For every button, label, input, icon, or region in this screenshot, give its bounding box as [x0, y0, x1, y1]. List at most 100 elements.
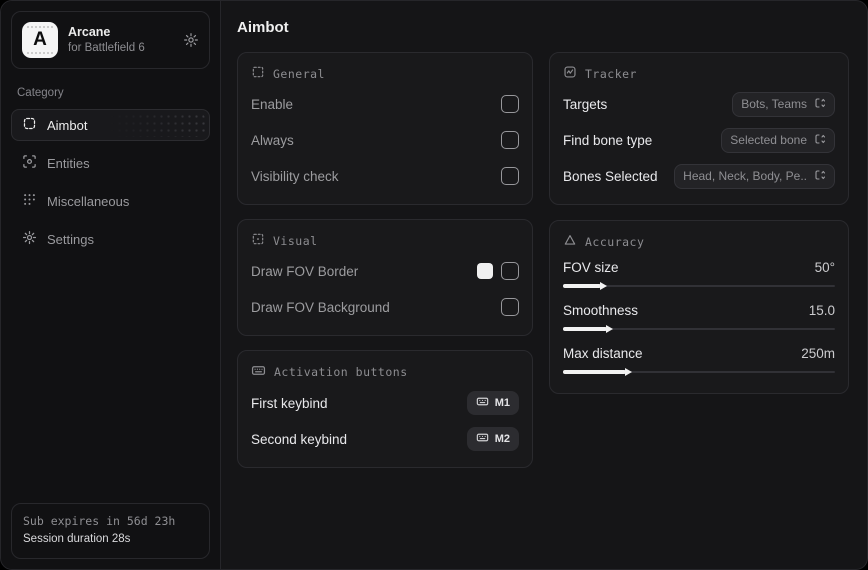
logo-dots-decoration: [26, 25, 54, 29]
setting-label: Visibility check: [251, 169, 339, 184]
setting-label: Max distance: [563, 346, 643, 361]
sidebar-item-settings[interactable]: Settings: [11, 223, 210, 255]
targets-select[interactable]: Bots, Teams: [732, 92, 835, 117]
setting-row: Find bone type Selected bone: [563, 126, 835, 154]
card-title: Visual: [273, 234, 318, 248]
main-content: Aimbot General Enable: [221, 1, 867, 569]
first-keybind-button[interactable]: M1: [467, 391, 519, 415]
right-column: Tracker Targets Bots, Teams: [549, 52, 849, 394]
setting-label: First keybind: [251, 396, 328, 411]
select-value: Bots, Teams: [741, 97, 807, 111]
app-titles: Arcane for Battlefield 6: [68, 24, 173, 56]
fov-size-slider[interactable]: [563, 279, 835, 293]
logo-dots-decoration: [26, 51, 54, 55]
grip-dots-icon: [22, 192, 37, 210]
card-title: Accuracy: [585, 235, 644, 249]
slider-value: 50°: [815, 260, 835, 275]
slider-value: 250m: [801, 346, 835, 361]
activity-square-icon: [563, 65, 577, 82]
setting-row: Visibility check: [251, 162, 519, 190]
activation-buttons-card: Activation buttons First keybind M1: [237, 350, 533, 468]
keyboard-icon: [476, 395, 489, 411]
draw-fov-background-checkbox[interactable]: [501, 298, 519, 316]
setting-label: Find bone type: [563, 133, 652, 148]
slider-fill[interactable]: [563, 370, 626, 374]
card-title: Tracker: [585, 67, 637, 81]
tracker-card-header: Tracker: [563, 65, 835, 82]
slider-fill[interactable]: [563, 327, 607, 331]
sidebar-nav: Aimbot Entities: [11, 109, 210, 255]
sidebar-item-entities[interactable]: Entities: [11, 147, 210, 179]
page-title: Aimbot: [237, 19, 849, 36]
find-bone-type-select[interactable]: Selected bone: [721, 128, 835, 153]
visual-card: Visual Draw FOV Border Draw FOV Backgrou…: [237, 219, 533, 336]
always-checkbox[interactable]: [501, 131, 519, 149]
activation-card-header: Activation buttons: [251, 363, 519, 381]
visibility-check-checkbox[interactable]: [501, 167, 519, 185]
slider-fill[interactable]: [563, 284, 601, 288]
unfold-vertical-icon: [814, 169, 826, 184]
max-distance-slider[interactable]: [563, 365, 835, 379]
smoothness-slider[interactable]: [563, 322, 835, 336]
setting-row: First keybind M1: [251, 389, 519, 417]
accuracy-card: Accuracy FOV size 50°: [549, 220, 849, 394]
scan-eye-icon: [22, 154, 37, 172]
fov-size-slider-group: FOV size 50°: [563, 260, 835, 293]
unfold-vertical-icon: [814, 133, 826, 148]
card-title: General: [273, 67, 325, 81]
card-title: Activation buttons: [274, 365, 408, 379]
left-column: General Enable Always Visibility check: [237, 52, 533, 468]
sub-expires-text: Sub expires in 56d 23h: [23, 513, 198, 531]
tracker-card: Tracker Targets Bots, Teams: [549, 52, 849, 205]
setting-row: Enable: [251, 90, 519, 118]
select-value: Selected bone: [730, 133, 807, 147]
category-label: Category: [17, 87, 204, 99]
visual-card-header: Visual: [251, 232, 519, 249]
second-keybind-button[interactable]: M2: [467, 427, 519, 451]
session-duration-text: Session duration 28s: [23, 531, 198, 549]
app-window: A Arcane for Battlefield 6 Category: [0, 0, 868, 570]
draw-fov-border-checkbox[interactable]: [501, 262, 519, 280]
logo-letter: A: [33, 29, 47, 51]
app-logo: A: [22, 22, 58, 58]
keyboard-icon: [251, 363, 266, 381]
select-value: Head, Neck, Body, Pe..: [683, 169, 807, 183]
sidebar-item-label: Entities: [47, 156, 90, 171]
setting-label: Enable: [251, 97, 293, 112]
setting-label: Draw FOV Background: [251, 300, 390, 315]
smoothness-slider-group: Smoothness 15.0: [563, 303, 835, 336]
setting-label: FOV size: [563, 260, 619, 275]
sidebar: A Arcane for Battlefield 6 Category: [1, 1, 221, 569]
accuracy-card-header: Accuracy: [563, 233, 835, 250]
enable-checkbox[interactable]: [501, 95, 519, 113]
box-select-icon: [251, 65, 265, 82]
setting-row: Second keybind M2: [251, 425, 519, 453]
sidebar-item-miscellaneous[interactable]: Miscellaneous: [11, 185, 210, 217]
setting-label: Smoothness: [563, 303, 638, 318]
sidebar-item-label: Aimbot: [47, 118, 87, 133]
sidebar-item-label: Miscellaneous: [47, 194, 129, 209]
focus-dot-icon: [251, 232, 265, 249]
setting-row: Targets Bots, Teams: [563, 90, 835, 118]
app-subtitle: for Battlefield 6: [68, 41, 173, 57]
gear-icon: [22, 230, 37, 248]
fov-border-color-swatch[interactable]: [477, 263, 493, 279]
keybind-value: M2: [495, 433, 510, 445]
active-item-dot-pattern: [109, 113, 205, 137]
triangle-icon: [563, 233, 577, 250]
subscription-info-box: Sub expires in 56d 23h Session duration …: [11, 503, 210, 559]
app-name: Arcane: [68, 24, 173, 41]
keybind-value: M1: [495, 397, 510, 409]
sidebar-item-aimbot[interactable]: Aimbot: [11, 109, 210, 141]
setting-row: Draw FOV Border: [251, 257, 519, 285]
gear-icon[interactable]: [183, 32, 199, 48]
scan-icon: [22, 116, 37, 134]
setting-label: Always: [251, 133, 294, 148]
sidebar-header: A Arcane for Battlefield 6: [11, 11, 210, 69]
bones-selected-select[interactable]: Head, Neck, Body, Pe..: [674, 164, 835, 189]
unfold-vertical-icon: [814, 97, 826, 112]
setting-row: Bones Selected Head, Neck, Body, Pe..: [563, 162, 835, 190]
setting-label: Second keybind: [251, 432, 347, 447]
general-card-header: General: [251, 65, 519, 82]
general-card: General Enable Always Visibility check: [237, 52, 533, 205]
